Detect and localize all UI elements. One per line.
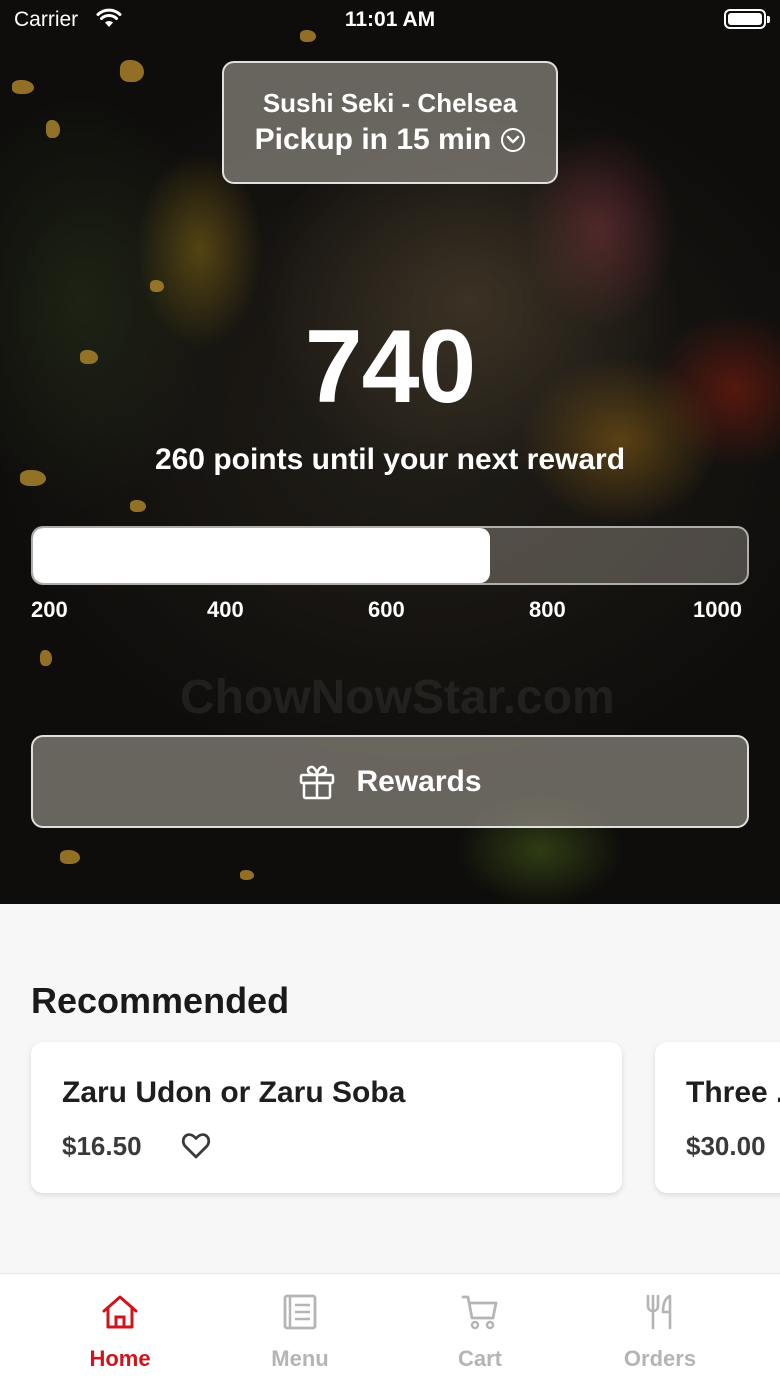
points-caption: 260 points until your next reward — [154, 443, 626, 476]
rewards-progress-bar — [31, 526, 749, 585]
gold-fleck — [130, 500, 146, 512]
menu-item-price: $16.50 — [62, 1131, 142, 1161]
chevron-down-icon — [501, 128, 526, 152]
status-bar: Carrier 11:01 AM — [0, 0, 780, 40]
tab-orders-label: Orders — [623, 1346, 697, 1371]
gold-fleck — [150, 280, 164, 292]
progress-tick-label: 800 — [529, 597, 566, 622]
tab-orders[interactable]: Orders — [570, 1274, 750, 1387]
cart-icon — [461, 1295, 498, 1330]
watermark: ChowNowStar.com — [180, 671, 615, 724]
tab-menu-label: Menu — [271, 1346, 329, 1371]
rewards-button-label: Rewards — [356, 764, 482, 798]
menu-icon — [283, 1294, 317, 1330]
progress-tick-label: 200 — [31, 597, 68, 622]
section-title-recommended: Recommended — [31, 980, 290, 1021]
gold-fleck — [120, 60, 144, 82]
rewards-button[interactable]: Rewards — [31, 735, 749, 828]
menu-item-price: $30.00 — [686, 1131, 766, 1161]
gold-fleck — [12, 80, 34, 94]
gold-fleck — [60, 850, 80, 864]
rewards-progress-fill — [33, 528, 490, 583]
tab-cart[interactable]: Cart — [390, 1274, 570, 1387]
heart-icon[interactable] — [181, 1132, 211, 1160]
gift-icon — [300, 765, 335, 799]
gold-fleck — [46, 120, 60, 138]
tab-menu[interactable]: Menu — [210, 1274, 390, 1387]
location-selector[interactable]: Sushi Seki - Chelsea Pickup in 15 min — [222, 61, 558, 184]
menu-item-card[interactable]: Three ... $30.00 — [655, 1042, 780, 1193]
tab-cart-label: Cart — [457, 1346, 502, 1371]
progress-tick-label: 600 — [368, 597, 405, 622]
clock: 11:01 AM — [344, 8, 436, 31]
tab-home[interactable]: Home — [30, 1274, 210, 1387]
home-icon — [102, 1295, 138, 1329]
pickup-time-row: Pickup in 15 min — [224, 123, 556, 157]
gold-fleck — [40, 650, 52, 666]
points-balance: 740 — [304, 309, 477, 425]
menu-item-card[interactable]: Zaru Udon or Zaru Soba $16.50 — [31, 1042, 622, 1193]
restaurant-name: Sushi Seki - Chelsea — [262, 88, 518, 118]
menu-item-name: Zaru Udon or Zaru Soba — [62, 1076, 406, 1109]
battery-icon — [724, 9, 770, 29]
pickup-time: Pickup in 15 min — [254, 123, 492, 156]
progress-tick-label: 1000 — [693, 597, 742, 622]
menu-item-name: Three ... — [686, 1076, 780, 1109]
utensils-icon — [646, 1294, 672, 1330]
tab-home-label: Home — [89, 1346, 151, 1371]
gold-fleck — [240, 870, 254, 880]
progress-tick-label: 400 — [207, 597, 244, 622]
bottom-tab-bar: Home Menu Cart Orders — [0, 1273, 780, 1387]
